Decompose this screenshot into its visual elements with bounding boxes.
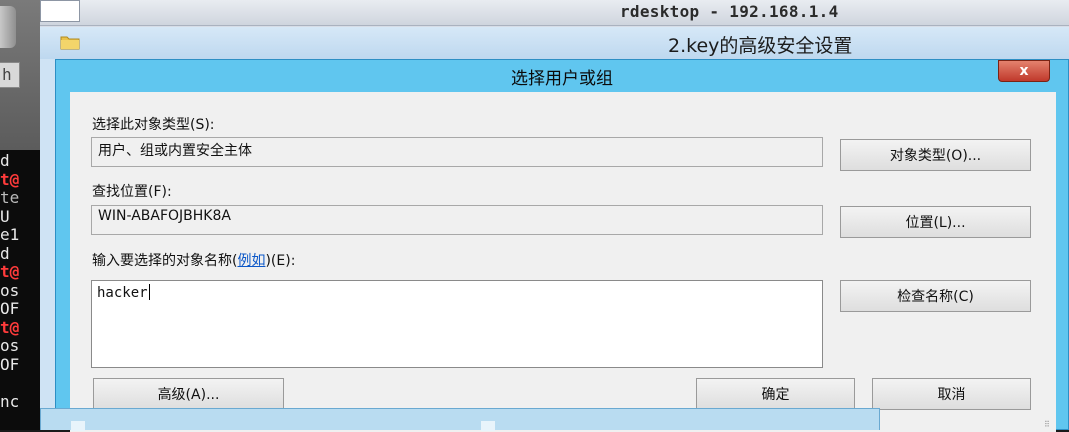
locations-button[interactable]: 位置(L)... — [840, 206, 1031, 238]
terminal-line: te — [0, 188, 20, 207]
terminal-line: U — [0, 206, 10, 226]
check-names-button[interactable]: 检查名称(C) — [840, 280, 1031, 312]
object-names-label-prefix: 输入要选择的对象名称( — [92, 253, 238, 269]
close-icon: x — [1019, 63, 1029, 79]
terminal-line: t@ — [0, 317, 20, 337]
select-users-dialog: 选择用户或组 x 选择此对象类型(S): 用户、组或内置安全主体 对象类型(O)… — [55, 59, 1069, 432]
terminal-line: e1 — [0, 225, 20, 244]
background-window-edge — [40, 408, 880, 431]
location-label: 查找位置(F): — [92, 184, 172, 200]
object-names-label: 输入要选择的对象名称(例如)(E): — [92, 250, 295, 270]
terminal-line: nc — [0, 391, 20, 411]
advanced-button[interactable]: 高级(A)... — [93, 378, 284, 410]
rdesktop-titlebar[interactable]: rdesktop - 192.168.1.4 — [40, 0, 1069, 26]
desktop-background: h — [0, 0, 40, 150]
advanced-security-titlebar[interactable]: 2.key的高级安全设置 — [40, 27, 1069, 59]
object-type-field: 用户、组或内置安全主体 — [91, 137, 823, 167]
terminal-window: h d t@ te Ue1 d t@ os OF t@ os OF nc — [0, 0, 40, 430]
dialog-body: 选择此对象类型(S): 用户、组或内置安全主体 对象类型(O)... 查找位置(… — [70, 92, 1056, 432]
ok-button[interactable]: 确定 — [696, 378, 855, 410]
advanced-security-title: 2.key的高级安全设置 — [668, 35, 853, 57]
terminal-line: d — [0, 151, 10, 170]
terminal-line: t@ — [0, 169, 20, 189]
resize-grip-icon[interactable]: ⠿ — [1044, 420, 1054, 430]
object-names-input[interactable]: hacker — [91, 280, 823, 368]
terminal-output: d t@ te Ue1 d t@ os OF t@ os OF nc — [0, 151, 40, 411]
folder-icon — [60, 36, 80, 50]
object-names-value: hacker — [97, 285, 148, 301]
dialog-title: 选择用户或组 — [511, 69, 613, 89]
terminal-line: d — [0, 243, 10, 263]
object-types-button[interactable]: 对象类型(O)... — [840, 139, 1031, 171]
window-menu-icon[interactable] — [40, 0, 80, 22]
rdesktop-window: rdesktop - 192.168.1.4 2.key的高级安全设置 选择用户… — [40, 0, 1069, 432]
trash-icon[interactable] — [0, 6, 16, 48]
close-button[interactable]: x — [998, 60, 1050, 82]
dialog-titlebar[interactable]: 选择用户或组 x — [56, 60, 1068, 89]
terminal-line: t@ — [0, 262, 20, 281]
object-type-label: 选择此对象类型(S): — [92, 117, 215, 133]
location-field: WIN-ABAFOJBHK8A — [91, 205, 823, 235]
terminal-line: os — [0, 280, 20, 300]
text-caret — [148, 284, 150, 300]
rdesktop-title: rdesktop - 192.168.1.4 — [620, 2, 839, 21]
terminal-line: OF — [0, 299, 20, 318]
object-names-label-suffix: )(E): — [265, 253, 296, 269]
advanced-security-window: 2.key的高级安全设置 选择用户或组 x 选择此对象类型(S): 用户、组或内… — [40, 27, 1069, 432]
examples-link[interactable]: 例如 — [237, 253, 265, 269]
terminal-button[interactable]: h — [0, 62, 20, 88]
cancel-button[interactable]: 取消 — [872, 378, 1031, 410]
terminal-line: os — [0, 336, 20, 355]
terminal-line: OF — [0, 354, 20, 374]
